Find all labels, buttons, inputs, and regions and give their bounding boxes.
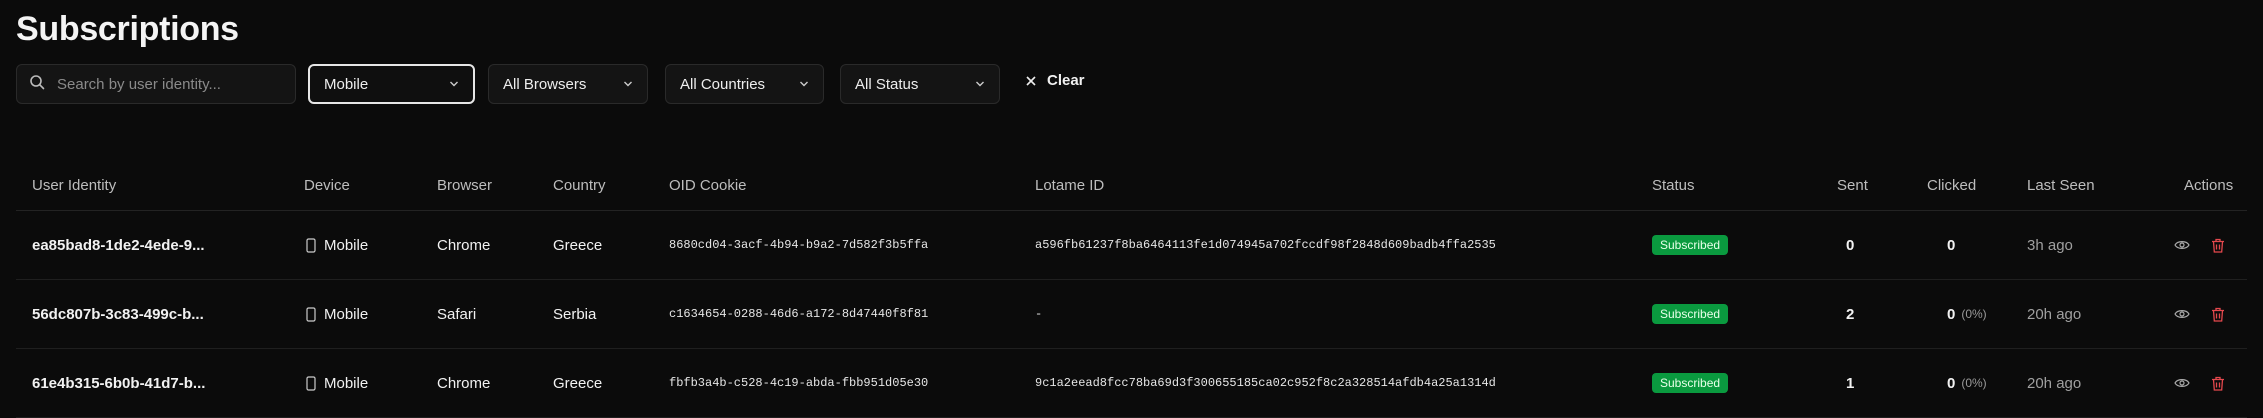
- lotame-id-cell: -: [1035, 307, 1043, 321]
- clicked-percent: (0%): [1961, 376, 1987, 390]
- sent-cell: 0: [1846, 236, 1855, 254]
- trash-icon[interactable]: [2209, 305, 2227, 323]
- device-cell: Mobile: [306, 280, 368, 348]
- browser-cell: Chrome: [437, 236, 491, 254]
- device-select-value: Mobile: [324, 75, 369, 93]
- last-seen-cell: 3h ago: [2027, 236, 2073, 254]
- header-oid-cookie: OID Cookie: [669, 177, 747, 194]
- clear-filters-button[interactable]: Clear: [1025, 72, 1085, 89]
- browser-select-value: All Browsers: [503, 75, 587, 93]
- clicked-cell: 0 (0%): [1947, 280, 1987, 348]
- clicked-cell: 0: [1947, 211, 1961, 279]
- header-last-seen: Last Seen: [2027, 177, 2095, 194]
- smartphone-icon: [306, 306, 316, 322]
- last-seen-cell: 20h ago: [2027, 305, 2082, 323]
- subscriptions-table: User Identity Device Browser Country OID…: [16, 160, 2247, 418]
- sent-cell: 2: [1846, 305, 1855, 323]
- filter-bar: Mobile All Browsers All Countries All St…: [0, 64, 2263, 106]
- status-badge: Subscribed: [1652, 373, 1729, 393]
- user-identity: ea85bad8-1de2-4ede-9...: [32, 236, 205, 254]
- clear-label: Clear: [1047, 72, 1085, 89]
- device-label: Mobile: [324, 305, 369, 323]
- device-label: Mobile: [324, 374, 369, 392]
- header-device: Device: [304, 177, 350, 194]
- device-select[interactable]: Mobile: [308, 64, 475, 104]
- country-select-value: All Countries: [680, 75, 766, 93]
- country-cell: Greece: [553, 236, 603, 254]
- browser-cell: Safari: [437, 305, 477, 323]
- browser-select[interactable]: All Browsers: [488, 64, 648, 104]
- oid-cookie-cell: 8680cd04-3acf-4b94-b9a2-7d582f3b5ffa: [669, 238, 929, 252]
- device-label: Mobile: [324, 236, 369, 254]
- search-input[interactable]: [55, 74, 279, 94]
- actions-cell: [2173, 211, 2227, 279]
- table-row[interactable]: 61e4b315-6b0b-41d7-b... Mobile Chrome Gr…: [16, 349, 2247, 418]
- clicked-count: 0: [1947, 305, 1956, 323]
- status-select[interactable]: All Status: [840, 64, 1000, 104]
- table-row[interactable]: ea85bad8-1de2-4ede-9... Mobile Chrome Gr…: [16, 211, 2247, 280]
- clicked-count: 0: [1947, 236, 1956, 254]
- status-badge: Subscribed: [1652, 304, 1729, 324]
- device-cell: Mobile: [306, 211, 368, 279]
- actions-cell: [2173, 280, 2227, 348]
- oid-cookie-cell: c1634654-0288-46d6-a172-8d47440f8f81: [669, 307, 929, 321]
- header-sent: Sent: [1837, 177, 1868, 194]
- header-clicked: Clicked: [1927, 177, 1977, 194]
- chevron-down-icon: [799, 79, 809, 89]
- eye-icon[interactable]: [2173, 374, 2191, 392]
- trash-icon[interactable]: [2209, 374, 2227, 392]
- chevron-down-icon: [623, 79, 633, 89]
- trash-icon[interactable]: [2209, 236, 2227, 254]
- status-cell: Subscribed: [1652, 211, 1729, 279]
- country-select[interactable]: All Countries: [665, 64, 824, 104]
- clicked-percent: (0%): [1961, 307, 1987, 321]
- table-row[interactable]: 56dc807b-3c83-499c-b... Mobile Safari Se…: [16, 280, 2247, 349]
- table-header: User Identity Device Browser Country OID…: [16, 160, 2247, 211]
- header-user-identity: User Identity: [32, 177, 117, 194]
- status-select-value: All Status: [855, 75, 919, 93]
- clicked-count: 0: [1947, 374, 1956, 392]
- chevron-down-icon: [975, 79, 985, 89]
- header-lotame-id: Lotame ID: [1035, 177, 1105, 194]
- header-country: Country: [553, 177, 606, 194]
- chevron-down-icon: [449, 79, 459, 89]
- page-title: Subscriptions: [16, 10, 239, 48]
- smartphone-icon: [306, 375, 316, 391]
- country-cell: Serbia: [553, 305, 597, 323]
- user-identity: 56dc807b-3c83-499c-b...: [32, 305, 204, 323]
- eye-icon[interactable]: [2173, 305, 2191, 323]
- header-browser: Browser: [437, 177, 493, 194]
- search-icon: [29, 74, 45, 95]
- status-badge: Subscribed: [1652, 235, 1729, 255]
- header-actions: Actions: [2184, 177, 2234, 194]
- eye-icon[interactable]: [2173, 236, 2191, 254]
- header-status: Status: [1652, 177, 1695, 194]
- close-icon: [1025, 75, 1037, 87]
- status-cell: Subscribed: [1652, 280, 1729, 348]
- smartphone-icon: [306, 237, 316, 253]
- search-field[interactable]: [16, 64, 296, 104]
- lotame-id-cell: a596fb61237f8ba6464113fe1d074945a702fccd…: [1035, 238, 1496, 252]
